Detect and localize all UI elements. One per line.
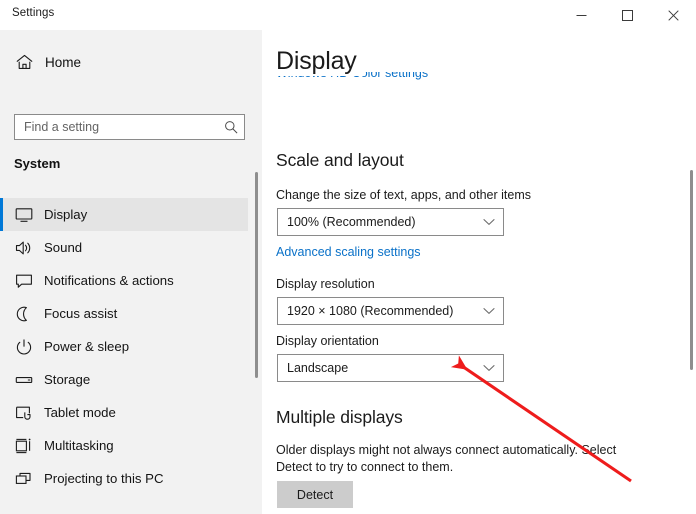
scale-label: Change the size of text, apps, and other… bbox=[276, 188, 532, 202]
notification-icon bbox=[4, 273, 44, 289]
scale-and-layout-heading: Scale and layout bbox=[276, 150, 404, 170]
sidebar-item-home[interactable]: Home bbox=[0, 46, 248, 78]
close-button[interactable] bbox=[650, 0, 696, 30]
moon-icon bbox=[4, 306, 44, 322]
minimize-button[interactable] bbox=[558, 0, 604, 30]
projecting-icon bbox=[4, 471, 44, 487]
multiple-displays-paragraph: Older displays might not always connect … bbox=[276, 443, 617, 474]
scale-dropdown-value: 100% (Recommended) bbox=[287, 215, 416, 229]
sidebar-item-display-label: Display bbox=[44, 207, 88, 222]
window-controls bbox=[558, 0, 696, 30]
close-icon bbox=[667, 9, 679, 21]
maximize-icon bbox=[621, 9, 633, 21]
sidebar-item-storage[interactable]: Storage bbox=[0, 363, 248, 396]
title-bar: Settings bbox=[0, 0, 696, 30]
sidebar-item-sound[interactable]: Sound bbox=[0, 231, 248, 264]
sidebar-item-projecting[interactable]: Projecting to this PC bbox=[0, 462, 248, 495]
window-title: Settings bbox=[12, 7, 55, 19]
orientation-label: Display orientation bbox=[276, 334, 379, 348]
home-icon bbox=[4, 54, 44, 70]
tablet-icon bbox=[4, 405, 44, 421]
monitor-icon bbox=[4, 207, 44, 223]
main-scrollbar-thumb[interactable] bbox=[690, 170, 693, 370]
search-icon bbox=[218, 120, 244, 134]
resolution-dropdown-value: 1920 × 1080 (Recommended) bbox=[287, 304, 454, 318]
resolution-dropdown[interactable]: 1920 × 1080 (Recommended) bbox=[277, 297, 504, 325]
advanced-scaling-settings-link[interactable]: Advanced scaling settings bbox=[276, 245, 421, 259]
scale-dropdown[interactable]: 100% (Recommended) bbox=[277, 208, 504, 236]
search-input[interactable] bbox=[15, 115, 218, 139]
detect-button[interactable]: Detect bbox=[277, 481, 353, 508]
page-title: Display bbox=[276, 47, 365, 76]
sidebar-item-sound-label: Sound bbox=[44, 240, 83, 255]
multiple-displays-heading: Multiple displays bbox=[276, 407, 403, 427]
sidebar-item-multitasking-label: Multitasking bbox=[44, 438, 114, 453]
search-box[interactable] bbox=[14, 114, 245, 140]
sidebar-item-notifications[interactable]: Notifications & actions bbox=[0, 264, 248, 297]
multitasking-icon bbox=[4, 438, 44, 454]
orientation-dropdown[interactable]: Landscape bbox=[277, 354, 504, 382]
maximize-button[interactable] bbox=[604, 0, 650, 30]
power-icon bbox=[4, 338, 44, 355]
sidebar-scrollbar-thumb[interactable] bbox=[255, 172, 258, 378]
sidebar-item-display[interactable]: Display bbox=[0, 198, 248, 231]
sidebar-item-power-sleep-label: Power & sleep bbox=[44, 339, 130, 354]
main-content: Windows HD Color settings Display Scale … bbox=[262, 30, 696, 514]
sidebar-item-storage-label: Storage bbox=[44, 372, 91, 387]
sidebar-item-multitasking[interactable]: Multitasking bbox=[0, 429, 248, 462]
orientation-dropdown-value: Landscape bbox=[287, 361, 349, 375]
chevron-down-icon bbox=[475, 307, 503, 315]
sidebar: Home System Display bbox=[0, 30, 262, 514]
settings-window: Settings Home Find a setting System Disp… bbox=[0, 0, 696, 514]
sidebar-item-power-sleep[interactable]: Power & sleep bbox=[0, 330, 248, 363]
minimize-icon bbox=[576, 14, 586, 16]
sidebar-section-title: System bbox=[14, 156, 61, 171]
sidebar-item-home-label: Home bbox=[45, 54, 82, 70]
sidebar-item-notifications-label: Notifications & actions bbox=[44, 273, 174, 288]
sidebar-item-focus-assist[interactable]: Focus assist bbox=[0, 297, 248, 330]
sidebar-nav-list: Display Sound Notifications & actions Fo… bbox=[0, 198, 248, 495]
chevron-down-icon bbox=[475, 218, 503, 226]
resolution-label: Display resolution bbox=[276, 277, 375, 291]
storage-icon bbox=[4, 372, 44, 388]
sidebar-item-focus-assist-label: Focus assist bbox=[44, 306, 118, 321]
sidebar-item-tablet-mode[interactable]: Tablet mode bbox=[0, 396, 248, 429]
speaker-icon bbox=[4, 240, 44, 256]
sidebar-item-projecting-label: Projecting to this PC bbox=[44, 471, 164, 486]
chevron-down-icon bbox=[475, 364, 503, 372]
sidebar-item-tablet-mode-label: Tablet mode bbox=[44, 405, 116, 420]
